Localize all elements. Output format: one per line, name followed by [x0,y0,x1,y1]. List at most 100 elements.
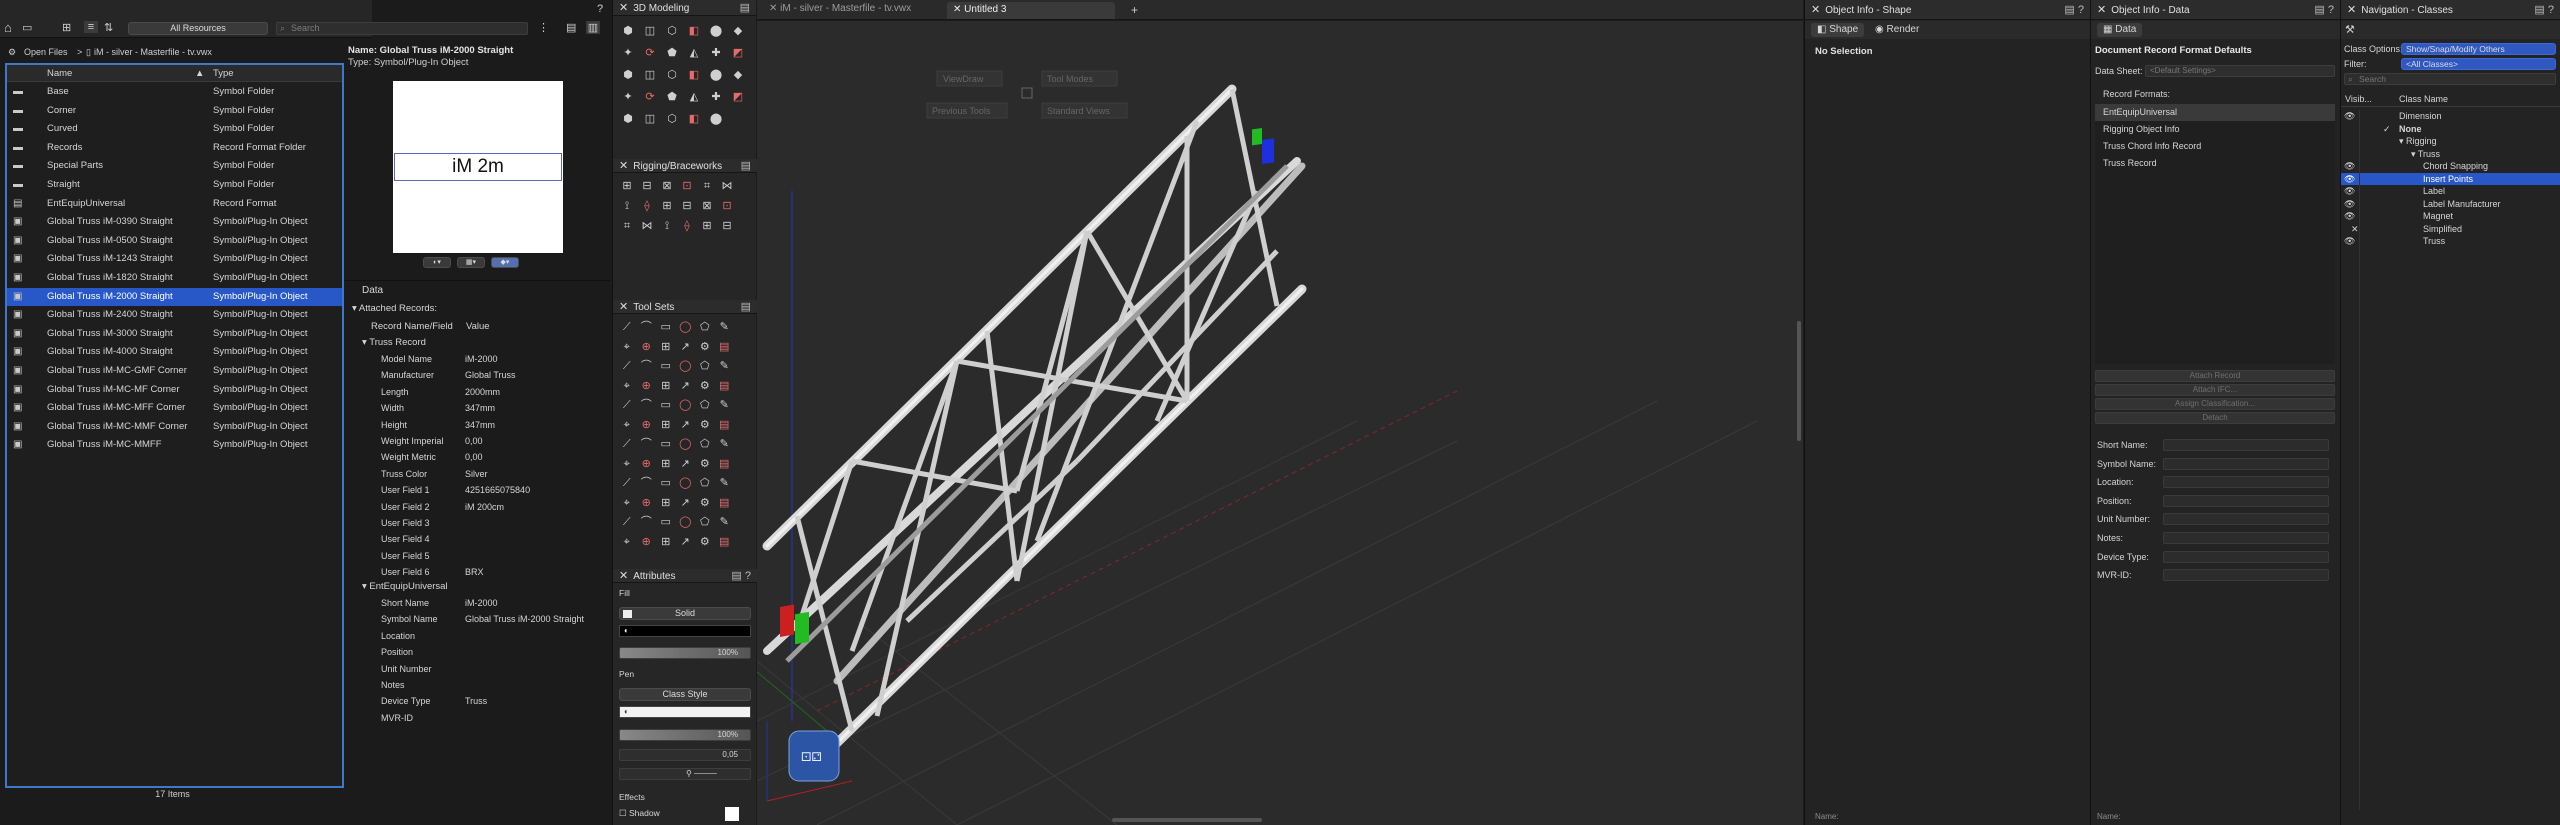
horizontal-scrollbar[interactable] [1112,818,1262,822]
resource-row[interactable]: ▣ Global Truss iM-MC-MF Corner Symbol/Plug… [7,381,342,400]
close-icon[interactable]: ✕ [2097,4,2106,16]
panel-menu-icon[interactable]: ▤ ? [2314,0,2334,20]
tool-icon[interactable]: ◯ [676,357,696,377]
pen-style-dropdown[interactable]: Class Style [619,688,751,701]
more-options-icon[interactable]: ⋮ [538,21,549,34]
tool-icon[interactable]: ◫ [639,64,661,86]
record-field-row[interactable]: Notes [381,677,611,693]
new-tab-button[interactable]: + [1131,3,1138,17]
tool-icon[interactable]: ⟋ [617,396,637,416]
layout-icon-1[interactable]: ▤ [566,21,576,34]
tool-icon[interactable]: ⊞ [656,533,676,553]
tool-icon[interactable]: ⊟ [677,196,697,216]
eye-icon[interactable]: 👁 [2344,210,2355,223]
view-button[interactable]: ▦▾ [457,257,485,268]
tool-icon[interactable]: ⊠ [657,176,677,196]
record-field-row[interactable]: Unit Number [381,661,611,677]
line-type-field[interactable]: ⚲ ──── [619,768,751,780]
tool-icon[interactable]: ▤ [715,377,735,397]
tool-icon[interactable]: ⬢ [617,64,639,86]
record-field-row[interactable]: User Field 5 [381,548,611,564]
tool-icon[interactable]: ↗ [676,416,696,436]
tool-icon[interactable]: ↗ [676,455,696,475]
record-field-row[interactable]: Symbol Name Global Truss iM-2000 Straight [381,611,611,627]
tool-icon[interactable]: ⟋ [617,435,637,455]
resource-row[interactable]: ▣ Global Truss iM-2000 Straight Symbol/Plu… [7,287,342,307]
class-row[interactable]: 👁 Truss [2341,235,2560,248]
tool-icon[interactable]: ⊟ [717,216,737,236]
tool-icon[interactable]: ⊕ [637,494,657,514]
resource-row[interactable]: ▬ Curved Symbol Folder [7,120,342,139]
tool-icon[interactable]: ⊕ [637,416,657,436]
record-format-item[interactable]: EntEquipUniversal [2095,104,2335,121]
tool-icon[interactable]: ⬟ [661,42,683,64]
tool-icon[interactable]: ⟠ [677,216,697,236]
col-name-header[interactable]: Name [47,65,72,82]
tool-icon[interactable]: ⬠ [695,435,715,455]
tool-icon[interactable]: ◫ [639,108,661,130]
tool-icon[interactable]: ↗ [676,377,696,397]
col-visibility[interactable]: Visib... [2345,91,2372,107]
tool-icon[interactable]: ▤ [715,416,735,436]
tool-icon[interactable]: ⊡ [717,196,737,216]
tool-icon[interactable]: ▤ [715,533,735,553]
tool-icon[interactable]: ▭ [656,513,676,533]
tool-icon[interactable]: ✦ [617,42,639,64]
tool-icon[interactable]: ⬠ [695,474,715,494]
tool-icon[interactable]: ⬠ [695,318,715,338]
field-input[interactable] [2163,494,2329,507]
tool-icon[interactable]: ▭ [656,474,676,494]
resource-row[interactable]: ▣ Global Truss iM-0500 Straight Symbol/Plu… [7,232,342,251]
close-icon[interactable]: ✕ [619,160,628,172]
tool-icon[interactable]: ◧ [683,20,705,42]
tool-icon[interactable]: ▤ [715,338,735,358]
view-angle-button[interactable]: ◆▾ [491,257,519,268]
record-field-row[interactable]: User Field 6 BRX [381,564,611,580]
record-format-item[interactable]: Truss Record [2095,155,2335,172]
record-field-row[interactable]: User Field 3 [381,515,611,531]
tool-icon[interactable]: ⬟ [661,86,683,108]
tool-icon[interactable]: ↗ [676,494,696,514]
sort-icon[interactable]: ⇅ [104,21,113,34]
class-row[interactable]: 👁 Label Manufacturer [2341,198,2560,211]
resource-row[interactable]: ▬ Special Parts Symbol Folder [7,157,342,176]
tool-icon[interactable]: ⋈ [717,176,737,196]
tool-icon[interactable]: ⟳ [639,86,661,108]
tool-icon[interactable]: ⬠ [695,357,715,377]
resource-row[interactable]: ▣ Global Truss iM-1243 Straight Symbol/Plu… [7,250,342,269]
close-icon[interactable]: ✕ [2347,4,2356,16]
tool-icon[interactable]: ⬠ [695,513,715,533]
class-row[interactable]: 👁 Magnet [2341,210,2560,223]
record-field-row[interactable]: Manufacturer Global Truss [381,367,611,383]
panel-menu-icon[interactable]: ▤ ? [2534,0,2554,20]
record-field-row[interactable]: Short Name iM-2000 [381,595,611,611]
resource-row[interactable]: ▬ Straight Symbol Folder [7,176,342,195]
tool-icon[interactable]: ▤ [715,455,735,475]
field-input[interactable] [2163,476,2329,489]
tool-icon[interactable]: ⊞ [656,338,676,358]
palette-menu-icon[interactable]: ▤ [741,159,751,173]
record-field-row[interactable]: Truss Color Silver [381,466,611,482]
resource-row[interactable]: ▣ Global Truss iM-MC-MMF Corner Symbol/Plu… [7,418,342,437]
tool-icon[interactable]: ⊠ [697,196,717,216]
tool-icon[interactable]: ◯ [676,474,696,494]
tool-icon[interactable]: ⊟ [637,176,657,196]
drawing-area[interactable]: ViewDraw Tool Modes Previous Tools Stand… [757,21,1803,825]
close-icon[interactable]: ✕ [1811,4,1820,16]
record-field-row[interactable]: Model Name iM-2000 [381,351,611,367]
breadcrumb-file[interactable]: iM - silver - Masterfile - tv.vwx [94,45,212,59]
tool-icon[interactable]: ⬡ [661,64,683,86]
tool-icon[interactable]: ⌗ [617,216,637,236]
tool-icon[interactable]: ⚙ [695,377,715,397]
tool-icon[interactable]: ✎ [715,513,735,533]
resource-row[interactable]: ▣ Global Truss iM-2400 Straight Symbol/Plu… [7,306,342,325]
palette-menu-icon[interactable]: ▤ [741,300,751,314]
tool-icon[interactable]: ⬤ [705,108,727,130]
tool-icon[interactable]: ✚ [705,86,727,108]
resource-filter-dropdown[interactable]: All Resources [128,22,268,35]
tool-icon[interactable]: ⌒ [637,513,657,533]
tool-icon[interactable]: ⋈ [637,216,657,236]
resource-row[interactable]: ▣ Global Truss iM-0390 Straight Symbol/Plu… [7,213,342,232]
tool-icon[interactable]: ⌒ [637,396,657,416]
new-folder-icon[interactable]: ▭ [22,21,32,34]
